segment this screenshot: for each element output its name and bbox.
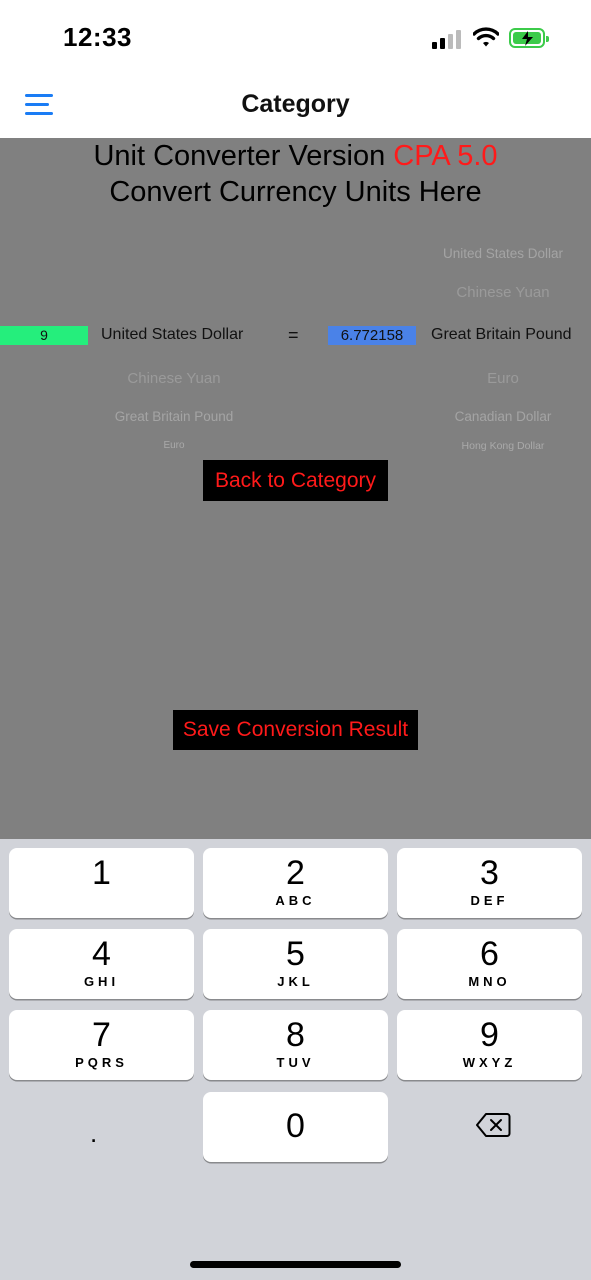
wifi-icon [473,27,499,47]
key-digit: 3 [480,854,499,892]
key-digit: 0 [286,1107,305,1145]
key-letters: WXYZ [462,1055,517,1070]
key-8[interactable]: 8 TUV [203,1010,388,1080]
amount-input[interactable]: 9 [0,326,88,345]
page-title: Category [241,90,350,118]
from-picker-option[interactable]: Great Britain Pound [94,409,254,424]
key-4[interactable]: 4 GHI [9,929,194,999]
cellular-signal-icon [432,30,462,49]
to-picker-option[interactable]: Canadian Dollar [425,409,581,424]
key-letters: JKL [277,974,314,989]
backspace-icon[interactable] [475,1112,511,1138]
key-6[interactable]: 6 MNO [397,929,582,999]
key-letters: GHI [83,974,120,989]
battery-charging-icon [509,28,549,48]
numeric-keypad: 1 2 ABC 3 DEF 4 GHI 5 JKL 6 MNO 7 PQRS 8 TUV 9W… [0,839,591,1280]
navigation-bar: Category [0,70,591,138]
key-7[interactable]: 7 PQRS [9,1010,194,1080]
to-picker-option[interactable]: Chinese Yuan [425,284,581,301]
key-5[interactable]: 5 JKL [203,929,388,999]
key-3[interactable]: 3 DEF [397,848,582,918]
key-letters: DEF [470,893,509,908]
equals-sign: = [288,325,299,345]
key-digit: 9 [480,1016,499,1054]
key-digit: 1 [92,854,111,892]
save-conversion-button[interactable]: Save Conversion Result [173,710,418,750]
to-picker-option[interactable]: United States Dollar [425,246,581,261]
from-picker-option[interactable]: Euro [94,440,254,451]
key-9[interactable]: 9 WXYZ [397,1010,582,1080]
key-letters: PQRS [75,1055,128,1070]
heading-prefix: Unit Converter Version [93,140,394,172]
from-unit-selected[interactable]: United States Dollar [101,326,243,344]
conversion-result: 6.772158 [328,326,416,345]
to-picker-option[interactable]: Euro [425,370,581,387]
key-digit: 7 [92,1016,111,1054]
back-to-category-button[interactable]: Back to Category [203,460,388,501]
key-0[interactable]: 0 [203,1092,388,1162]
to-picker-option[interactable]: Hong Kong Dollar [425,440,581,452]
key-digit: 5 [286,935,305,973]
version-label: CPA 5.0 [393,140,498,172]
key-letters: MNO [468,974,511,989]
key-digit: 8 [286,1016,305,1054]
from-picker-option[interactable]: Chinese Yuan [94,370,254,387]
key-1[interactable]: 1 [9,848,194,918]
key-decimal[interactable]: . [90,1118,97,1149]
key-digit: 4 [92,935,111,973]
home-indicator [190,1261,401,1268]
key-digit: 2 [286,854,305,892]
key-letters: TUV [276,1055,315,1070]
to-unit-selected[interactable]: Great Britain Pound [431,326,572,344]
key-digit: 6 [480,935,499,973]
converter-subtitle: Convert Currency Units Here [109,176,482,208]
key-letters: ABC [275,893,316,908]
app-version-heading: Unit Converter Version CPA 5.0 [0,140,591,173]
status-bar: 12:33 [0,0,591,70]
key-2[interactable]: 2 ABC [203,848,388,918]
status-time: 12:33 [63,22,132,52]
